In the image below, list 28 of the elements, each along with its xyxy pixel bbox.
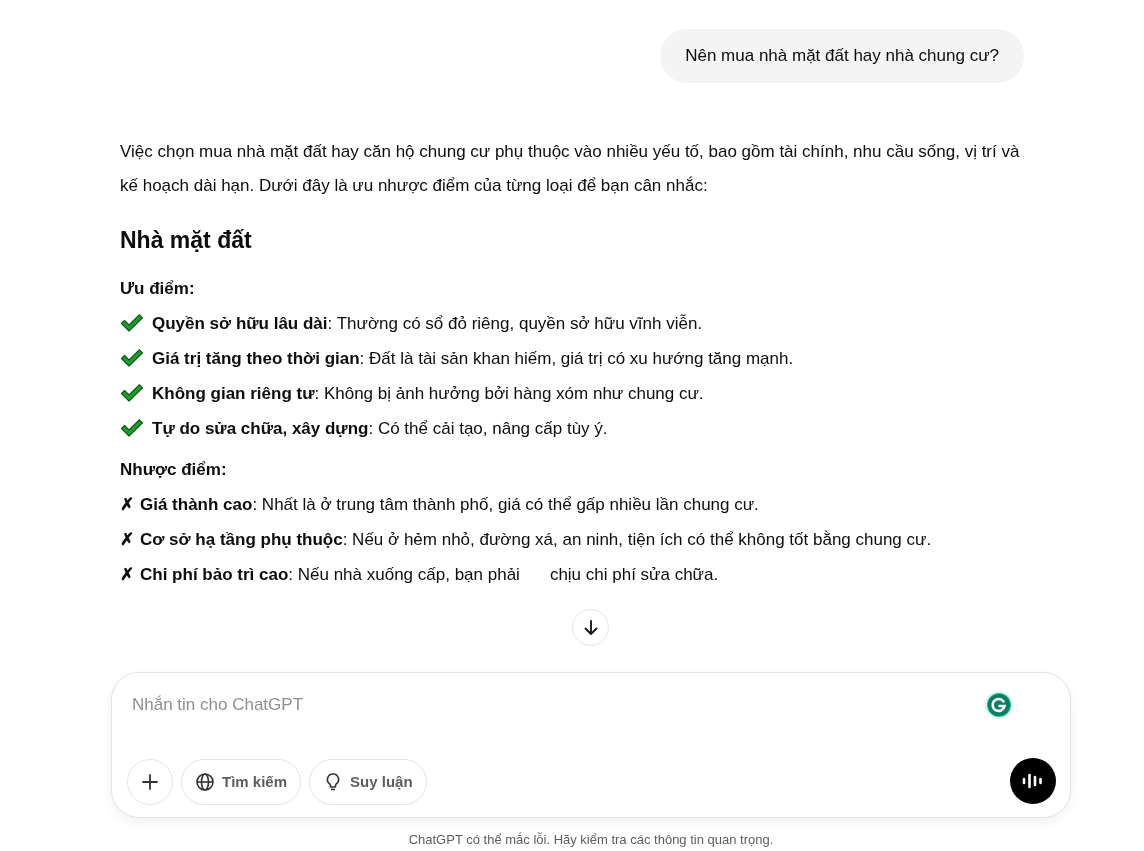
answer-paragraph: Việc chọn mua nhà mặt đất hay căn hộ chung cư phụ thuộc vào nhiều yếu tố, bao gồm tài chính, nhu cầu sống, vị trí và kế hoạch dài hạn. Dưới đây là ưu nhược điểm của từng loại để bạn cân nhắc: <box>120 141 1021 197</box>
check-mark-icon <box>120 383 144 402</box>
grammarly-icon <box>985 691 1013 719</box>
list-item-text: Không gian riêng tư: Không bị ảnh hưởng bởi hàng xóm như chung cư. <box>152 383 704 403</box>
disclaimer-text: ChatGPT có thể mắc lỗi. Hãy kiểm tra các thông tin quan trọng. <box>407 831 775 849</box>
list-item-text: Cơ sở hạ tầng phụ thuộc: Nếu ở hẻm nhỏ, đường xá, an ninh, tiện ích có thể không tốt bằng chung cư. <box>140 529 932 549</box>
message-input[interactable]: Nhắn tin cho ChatGPT <box>132 691 952 719</box>
list-item-text: Tự do sửa chữa, xây dựng: Có thể cải tạo, nâng cấp tùy ý. <box>152 418 608 438</box>
section-heading: Nhà mặt đất <box>120 226 253 255</box>
check-mark-icon <box>120 313 144 332</box>
plus-icon <box>140 772 160 792</box>
scroll-down-button[interactable] <box>572 609 609 646</box>
list-item-text: Giá thành cao: Nhất là ở trung tâm thành phố, giá có thể gấp nhiều lần chung cư. <box>140 494 759 514</box>
group-label: Nhược điểm: <box>120 458 228 481</box>
check-mark-icon <box>120 348 144 367</box>
cross-mark: ✗ <box>120 494 134 514</box>
globe-icon <box>195 772 215 792</box>
check-mark-icon <box>120 418 144 437</box>
cross-mark: ✗ <box>120 529 134 549</box>
voice-mode-button[interactable] <box>1010 758 1056 804</box>
list-item-text: Quyền sở hữu lâu dài: Thường có sổ đỏ riêng, quyền sở hữu vĩnh viễn. <box>152 313 703 333</box>
group-label: Ưu điểm: <box>120 277 196 300</box>
list-item-text: Giá trị tăng theo thời gian: Đất là tài sản khan hiếm, giá trị có xu hướng tăng mạnh. <box>152 348 794 368</box>
list-item-text: chịu chi phí sửa chữa. <box>549 564 719 584</box>
user-message: Nên mua nhà mặt đất hay nhà chung cư? <box>660 29 1024 83</box>
list-item-text: Chi phí bảo trì cao: Nếu nhà xuống cấp, bạn phải <box>140 564 520 584</box>
cross-mark: ✗ <box>120 564 134 584</box>
waveform-icon <box>1021 771 1045 791</box>
